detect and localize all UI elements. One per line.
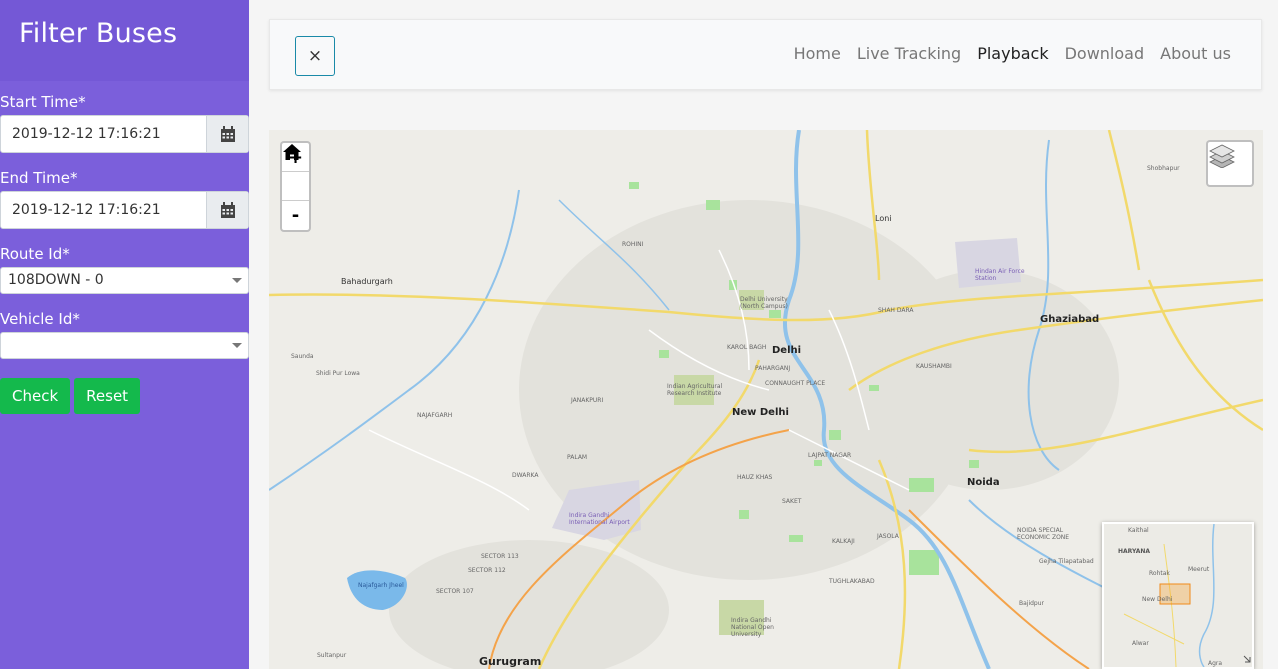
minimap-label-meerut: Meerut [1188,566,1210,573]
top-navbar: × Home Live Tracking Playback Download A… [269,19,1262,90]
nav-download[interactable]: Download [1065,44,1145,63]
label-jasola: JASOLA [877,533,899,540]
nav-playback[interactable]: Playback [977,44,1048,63]
zoom-out-button[interactable]: - [282,201,309,230]
label-sector-107: SECTOR 107 [436,588,474,595]
filter-actions: Check Reset [0,378,249,414]
sidebar-header: Filter Buses [0,0,249,81]
label-karol-bagh: KAROL BAGH [727,344,767,351]
label-delhi-university: Delhi University (North Campus) [740,296,788,310]
label-shahdara: SHAH DARA [878,307,914,314]
route-id-label: Route Id* [0,245,70,263]
label-noida: Noida [967,477,1000,488]
label-saunda: Saunda [291,353,314,360]
start-time-group [0,115,249,153]
check-button[interactable]: Check [0,378,71,414]
route-id-select[interactable]: 108DOWN - 0 [0,267,249,294]
nav-links: Home Live Tracking Playback Download Abo… [794,44,1231,63]
calendar-icon [220,125,235,142]
label-najafgarh: NAJAFGARH [417,412,453,419]
label-shidi-pur-lowa: Shidi Pur Lowa [316,370,360,377]
label-gejha: Gejha Tilapatabad [1039,558,1094,565]
minimap-label-alwar: Alwar [1132,640,1149,647]
minimap-label-agra: Agra [1208,660,1223,667]
home-icon [283,144,301,160]
label-hauz-khas: HAUZ KHAS [737,474,773,481]
label-shobhapur: Shobhapur [1147,165,1180,172]
nav-home[interactable]: Home [794,44,841,63]
label-saket: SAKET [782,498,802,505]
end-time-label: End Time* [0,169,78,187]
end-time-group [0,191,249,229]
label-bajidpur: Bajidpur [1019,600,1045,607]
label-new-delhi: New Delhi [732,407,789,418]
label-loni: Loni [875,214,892,223]
nav-about-us[interactable]: About us [1160,44,1231,63]
start-time-calendar-button[interactable] [206,116,248,152]
label-igi-airport: Indira Gandhi International Airport [569,512,630,526]
end-time-calendar-button[interactable] [206,192,248,228]
label-delhi: Delhi [772,345,802,356]
label-dwarka: DWARKA [512,472,539,479]
label-lajpat-nagar: LAJPAT NAGAR [808,452,852,459]
route-id-value: 108DOWN - 0 [8,272,104,288]
label-noida-sez: NOIDA SPECIAL ECONOMIC ZONE [1017,527,1070,541]
map-view[interactable]: Bahadurgarh ROHINI Delhi New Delhi Ghazi… [269,130,1263,669]
start-time-label: Start Time* [0,93,86,111]
sidebar-toggle-button[interactable]: × [295,36,335,76]
label-gurugram: Gurugram [479,655,542,668]
label-sector-112: SECTOR 112 [468,567,506,574]
layers-icon [1209,144,1235,168]
label-ghaziabad: Ghaziabad [1040,314,1100,325]
label-kalkaji: KALKAJI [832,538,855,545]
home-button[interactable] [282,144,309,201]
sidebar-title: Filter Buses [19,18,178,49]
end-time-input[interactable] [1,192,206,228]
label-iari: Indian Agricultural Research Institute [667,383,723,397]
calendar-icon [220,201,235,218]
minimap-label-haryana: HARYANA [1118,548,1151,555]
label-connaught-place: CONNAUGHT PLACE [765,380,826,387]
dropdown-caret-icon [232,278,242,283]
minimap-label-rohtak: Rohtak [1149,570,1170,577]
layers-button[interactable] [1206,140,1254,187]
reset-button[interactable]: Reset [74,378,141,414]
vehicle-id-select[interactable] [0,332,249,359]
label-sultanpur: Sultanpur [317,652,347,659]
label-sector-113: SECTOR 113 [481,553,519,560]
minimap-label-new-delhi: New Delhi [1142,596,1173,603]
label-bahadurgarh: Bahadurgarh [341,277,393,286]
minimap-label-kaithal: Kaithal [1128,527,1149,534]
close-icon: × [307,46,323,66]
minimap[interactable]: HARYANA Rohtak Meerut New Delhi Alwar Ag… [1102,522,1254,669]
label-tughlakabad: TUGHLAKABAD [829,578,875,585]
dropdown-caret-icon [232,343,242,348]
label-ignou: Indira Gandhi National Open University [731,617,774,638]
label-janakpuri: JANAKPURI [571,397,604,404]
label-paharganj: PAHARGANJ [755,365,791,372]
label-palam: PALAM [567,454,588,461]
label-hindan: Hindan Air Force Station [975,268,1025,282]
label-najafgarh-jheel: Najafgarh Jheel [358,582,404,589]
start-time-input[interactable] [1,116,206,152]
vehicle-id-label: Vehicle Id* [0,310,80,328]
label-rohini: ROHINI [622,241,644,248]
zoom-control: + - [280,141,311,232]
filter-sidebar: Filter Buses Start Time* End Time* [0,0,249,669]
label-kaushambi: KAUSHAMBI [916,363,952,370]
nav-live-tracking[interactable]: Live Tracking [857,44,961,63]
minimap-tiles [1123,524,1251,667]
